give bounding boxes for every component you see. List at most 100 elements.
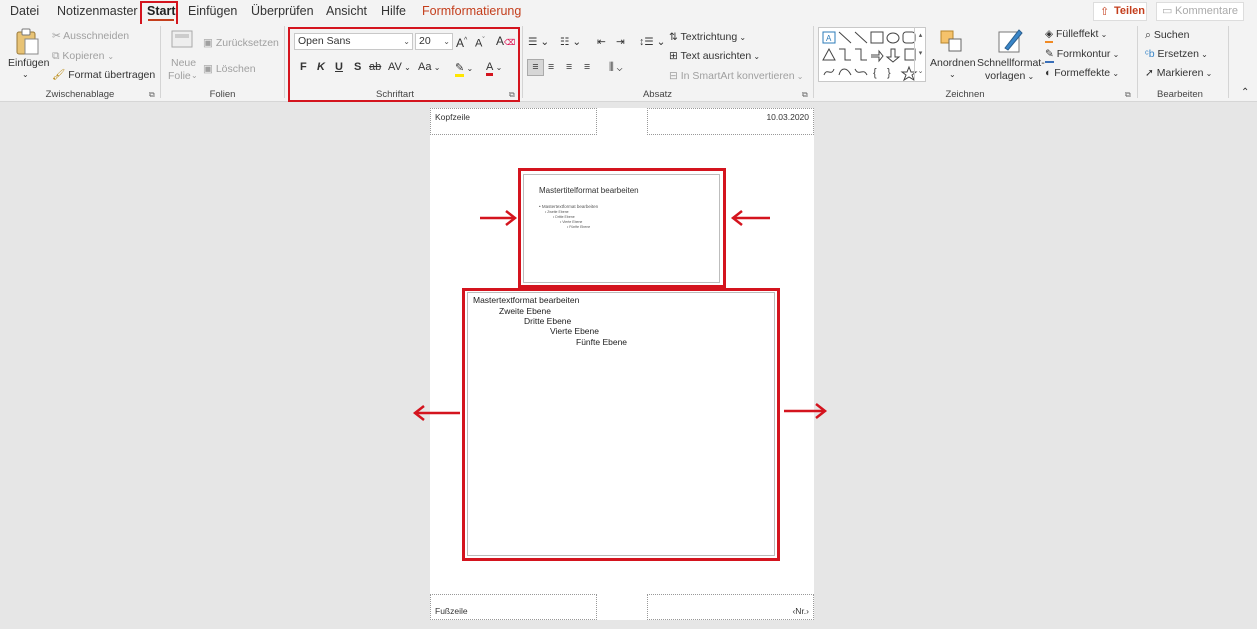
effects-icon: ◐ [1045,67,1052,79]
align-left-icon[interactable]: ≡ [527,59,544,76]
text-direction-icon: ⇅ [669,31,678,43]
text-direction-button[interactable]: ⇅ Textrichtung ⌄ [669,30,746,45]
tab-review[interactable]: Überprüfen [251,4,314,18]
comments-label: Kommentare [1175,5,1238,17]
quick-styles-label-1[interactable]: Schnellformat- [977,56,1045,70]
new-slide-label-2[interactable]: Folie [168,69,191,83]
tab-notes-master[interactable]: Notizenmaster [57,4,138,18]
share-icon: ⇧ [1100,6,1110,18]
quick-styles-label-2[interactable]: vorlagen ⌄ [985,69,1034,84]
notes-level-2: Zweite Ebene [499,306,551,316]
ribbon-tab-bar: Datei Notizenmaster Start Einfügen Überp… [0,0,1257,24]
search-icon: ⌕ [1145,29,1151,41]
reset-button[interactable]: ▣ Zurücksetzen [203,36,279,50]
start-tab-highlight [140,1,178,26]
page-number-text: ‹Nr.› [792,606,809,616]
header-text: Kopfzeile [435,112,470,122]
header-placeholder[interactable]: Kopfzeile [430,108,597,135]
separator [160,26,161,98]
tab-help[interactable]: Hilfe [381,4,406,18]
footer-placeholder[interactable]: Fußzeile [430,594,597,620]
find-button[interactable]: ⌕ Suchen [1145,28,1189,42]
shape-outline-button[interactable]: ✎ Formkontur ⌄ [1045,47,1119,63]
replace-icon: ᶜb [1145,48,1155,60]
increase-indent-icon[interactable]: ⇥ [616,35,625,49]
drawing-group-label: Zeichnen [945,89,985,100]
page-number-placeholder[interactable]: ‹Nr.› [647,594,814,620]
clipboard-group-label: Zwischenablage [45,89,115,100]
share-button[interactable]: ⇧ Teilen [1093,2,1147,21]
reset-icon: ▣ [203,37,213,49]
notes-body-highlight [462,288,780,561]
columns-icon[interactable]: ⫼ ⌄ [609,60,622,74]
drawing-launcher-icon[interactable]: ⧉ [1125,90,1131,100]
shape-fill-button[interactable]: ◈ Fülleffekt ⌄ [1045,27,1107,43]
new-slide-label-1[interactable]: Neue [171,56,196,70]
svg-text:{: { [873,67,877,79]
numbering-icon[interactable]: ☷ ⌄ [560,35,581,49]
separator [813,26,814,98]
align-center-icon[interactable]: ≡ [548,60,554,74]
clipboard-launcher-icon[interactable]: ⧉ [149,90,155,100]
paste-dropdown-icon[interactable]: ⌄ [22,68,29,82]
delete-icon: ▣ [203,63,213,75]
footer-text: Fußzeile [435,606,468,616]
separator [1228,26,1229,98]
copy-icon: ⧉ [52,50,60,62]
svg-text:}: } [887,67,891,79]
collapse-ribbon-icon[interactable]: ⌃ [1241,86,1249,100]
decrease-indent-icon[interactable]: ⇤ [597,35,606,49]
notes-level-4: Vierte Ebene [550,326,599,336]
editing-group-label: Bearbeiten [1157,89,1203,100]
slides-group-label: Folien [209,89,236,100]
paint-bucket-icon: ◈ [1045,27,1054,43]
shapes-scroll[interactable]: ▴ ▾ ⌄ [914,27,926,82]
scissors-icon: ✂ [52,30,61,42]
notes-level-5: Fünfte Ebene [576,337,628,347]
line-spacing-icon[interactable]: ↕☰ ⌄ [639,35,665,49]
tab-insert[interactable]: Einfügen [188,4,237,18]
brush-icon: 🖌 [52,69,66,81]
justify-icon[interactable]: ≡ [584,60,590,74]
replace-button[interactable]: ᶜb Ersetzen ⌄ [1145,47,1208,62]
shapes-icon: A { } [822,31,918,82]
arrow-right-icon [480,210,518,226]
separator [1137,26,1138,98]
paste-button[interactable]: Einfügen [8,56,49,70]
arrow-left-icon [730,210,770,226]
share-label: Teilen [1114,5,1145,17]
font-group-highlight [288,27,520,102]
smartart-button[interactable]: ⊟ In SmartArt konvertieren ⌄ [669,69,803,84]
new-slide-dropdown-icon[interactable]: ⌄ [191,69,198,83]
notes-level-1: Mastertextformat bearbeiten [473,295,580,305]
separator [284,26,285,98]
arrow-right-icon [784,403,828,419]
shapes-gallery[interactable]: A { } [818,27,926,82]
tab-view[interactable]: Ansicht [326,4,367,18]
tab-file[interactable]: Datei [10,4,39,18]
new-slide-icon [171,30,193,48]
align-text-icon: ⊞ [669,50,678,62]
copy-button[interactable]: ⧉ Kopieren ⌄ [52,49,114,64]
cut-button[interactable]: ✂ Ausschneiden [52,29,129,43]
format-painter-button[interactable]: 🖌 Format übertragen [52,68,155,82]
bullets-icon[interactable]: ☰ ⌄ [528,35,549,49]
comments-button[interactable]: ▭ Kommentare [1156,2,1244,21]
notes-level-3: Dritte Ebene [524,316,572,326]
cursor-icon: ➚ [1145,67,1154,79]
pen-icon: ✎ [1045,47,1054,63]
shape-effects-button[interactable]: ◐ Formeffekte ⌄ [1045,66,1119,81]
comment-icon: ▭ [1162,5,1173,17]
tab-shape-format[interactable]: Formformatierung [422,4,521,18]
smartart-icon: ⊟ [669,70,678,82]
select-button[interactable]: ➚ Markieren ⌄ [1145,66,1212,81]
align-text-button[interactable]: ⊞ Text ausrichten ⌄ [669,49,760,64]
align-right-icon[interactable]: ≡ [566,60,572,74]
delete-slide-button[interactable]: ▣ Löschen [203,62,256,76]
arrange-icon [940,30,962,52]
paragraph-launcher-icon[interactable]: ⧉ [802,90,808,100]
arrow-left-icon [412,405,460,421]
arrange-dropdown-icon[interactable]: ⌄ [949,68,956,82]
paragraph-group-label: Absatz [642,89,673,100]
date-placeholder[interactable]: 10.03.2020 [647,108,814,135]
